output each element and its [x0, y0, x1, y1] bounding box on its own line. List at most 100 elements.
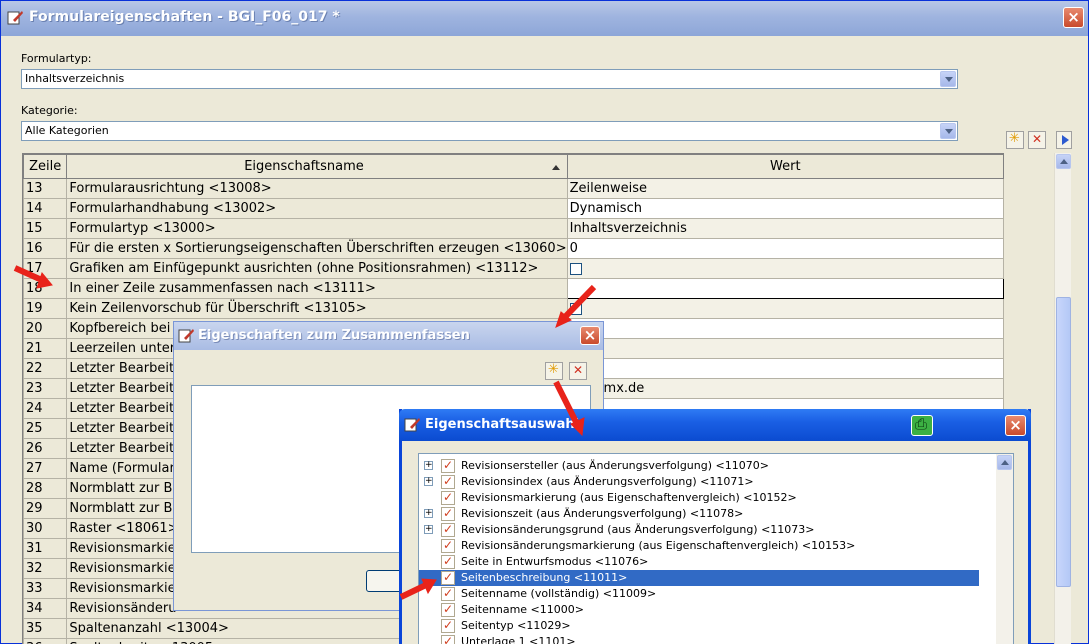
- expand-icon[interactable]: +: [424, 525, 433, 534]
- tree-item-label: Unterlage 1 <1101>: [461, 635, 576, 644]
- tree-scrollbar[interactable]: [996, 454, 1013, 644]
- property-value[interactable]: 0: [566, 238, 1004, 259]
- scroll-up-icon[interactable]: [1056, 154, 1071, 169]
- property-value[interactable]: [566, 298, 1004, 319]
- main-titlebar[interactable]: Formulareigenschaften - BGI_F06_017 * ×: [1, 1, 1088, 36]
- scroll-up-icon[interactable]: [997, 455, 1012, 470]
- property-value-text: 0: [569, 241, 578, 256]
- tree-item-label: Revisionsersteller (aus Änderungsverfolg…: [461, 459, 769, 472]
- table-row[interactable]: 14 Formularhandhabung <13002> Dynamisch: [23, 198, 1004, 219]
- row-number: 28: [23, 478, 68, 499]
- property-value[interactable]: [566, 318, 1004, 339]
- table-row[interactable]: 13 Formularausrichtung <13008> Zeilenweise: [23, 178, 1004, 199]
- table-row[interactable]: 18 In einer Zeile zusammenfassen nach <13…: [23, 278, 1004, 299]
- row-number: 25: [23, 418, 68, 439]
- merge-dialog-close-button[interactable]: ×: [580, 326, 600, 345]
- app-icon: [404, 418, 420, 432]
- row-number: 26: [23, 438, 68, 459]
- property-value[interactable]: chel: [566, 358, 1004, 379]
- property-value[interactable]: Zeilenweise: [566, 178, 1004, 199]
- property-value[interactable]: Inhaltsverzeichnis: [566, 218, 1004, 239]
- property-icon: [441, 489, 455, 505]
- checkbox[interactable]: [569, 302, 582, 315]
- row-number: 35: [23, 618, 68, 639]
- chevron-down-icon[interactable]: [940, 123, 956, 139]
- expand-icon[interactable]: +: [424, 477, 433, 486]
- table-row[interactable]: 16 Für die ersten x Sortierungseigenschaf…: [23, 238, 1004, 259]
- kategorie-value: Alle Kategorien: [25, 124, 109, 137]
- property-value-text: Zeilenweise: [569, 181, 647, 196]
- kategorie-select[interactable]: Alle Kategorien: [21, 121, 958, 141]
- formulartyp-select[interactable]: Inhaltsverzeichnis: [21, 69, 958, 89]
- close-window-button[interactable]: ×: [1063, 7, 1084, 28]
- property-value[interactable]: [566, 258, 1004, 279]
- property-value[interactable]: [566, 278, 1004, 299]
- scroll-thumb[interactable]: [1056, 297, 1071, 587]
- tree-item-label: Seitentyp <11029>: [461, 619, 571, 632]
- sort-ascending-icon: [551, 165, 560, 170]
- formulartyp-value: Inhaltsverzeichnis: [25, 72, 125, 85]
- property-icon: [441, 505, 455, 521]
- col-header-zeile[interactable]: Zeile: [23, 154, 68, 179]
- selection-dialog-title: Eigenschaftsauswahl: [425, 417, 580, 432]
- row-number: 19: [23, 298, 68, 319]
- row-number: 31: [23, 538, 68, 559]
- property-name[interactable]: Kein Zeilenvorschub für Überschrift <131…: [66, 298, 568, 319]
- expand-icon[interactable]: +: [424, 509, 433, 518]
- property-icon: [441, 553, 455, 569]
- row-number: 16: [23, 238, 68, 259]
- property-name[interactable]: Formulartyp <13000>: [66, 218, 568, 239]
- property-name[interactable]: In einer Zeile zusammenfassen nach <1311…: [66, 278, 568, 299]
- tree-item-label: Revisionsänderungsmarkierung (aus Eigens…: [461, 539, 856, 552]
- property-name[interactable]: Für die ersten x Sortierungseigenschafte…: [66, 238, 568, 259]
- property-name[interactable]: Grafiken am Einfügepunkt ausrichten (ohn…: [66, 258, 568, 279]
- checkbox[interactable]: [569, 262, 582, 275]
- grid-scrollbar[interactable]: [1054, 153, 1071, 644]
- row-number: 30: [23, 518, 68, 539]
- property-name[interactable]: Formularausrichtung <13008>: [66, 178, 568, 199]
- col-header-wert[interactable]: Wert: [566, 154, 1004, 179]
- table-row[interactable]: 19 Kein Zeilenvorschub für Überschrift <1…: [23, 298, 1004, 319]
- new-item-icon[interactable]: [545, 362, 563, 380]
- kategorie-label: Kategorie:: [21, 104, 78, 117]
- property-icon: [441, 537, 455, 553]
- row-number: 24: [23, 398, 68, 419]
- property-tree: + Revisionsersteller (aus Änderungsverfol…: [418, 453, 1014, 644]
- print-icon[interactable]: [911, 415, 933, 436]
- selection-dialog-close-button[interactable]: ×: [1005, 415, 1026, 436]
- delete-icon[interactable]: [569, 362, 587, 380]
- property-value[interactable]: Dynamisch: [566, 198, 1004, 219]
- tree-item[interactable]: Seitenbeschreibung <11011>: [419, 569, 979, 586]
- tree-item-label: Seitenname (vollständig) <11009>: [461, 587, 657, 600]
- row-number: 17: [23, 258, 68, 279]
- play-icon[interactable]: [1056, 131, 1072, 149]
- row-number: 36: [23, 638, 68, 644]
- property-value[interactable]: m@gmx.de: [566, 378, 1004, 399]
- row-number: 32: [23, 558, 68, 579]
- close-icon: ×: [1067, 8, 1080, 26]
- property-value-text: Inhaltsverzeichnis: [569, 221, 687, 236]
- property-name[interactable]: Formularhandhabung <13002>: [66, 198, 568, 219]
- merge-dialog-titlebar[interactable]: Eigenschaften zum Zusammenfassen ×: [174, 322, 603, 350]
- table-row[interactable]: 17 Grafiken am Einfügepunkt ausrichten (o…: [23, 258, 1004, 279]
- tree-item-label: Revisionsindex (aus Änderungsverfolgung)…: [461, 475, 754, 488]
- col-header-name[interactable]: Eigenschaftsname: [66, 154, 568, 179]
- row-number: 15: [23, 218, 68, 239]
- property-value[interactable]: [566, 338, 1004, 359]
- delete-icon[interactable]: [1028, 131, 1046, 149]
- tree-item-label: Revisionsänderungsgrund (aus Änderungsve…: [461, 523, 815, 536]
- property-value-text: Dynamisch: [569, 201, 642, 216]
- chevron-down-icon[interactable]: [940, 71, 956, 87]
- selection-dialog-titlebar[interactable]: Eigenschaftsauswahl ×: [399, 409, 1031, 441]
- table-row[interactable]: 15 Formulartyp <13000> Inhaltsverzeichnis: [23, 218, 1004, 239]
- property-icon: [441, 617, 455, 633]
- window-title: Formulareigenschaften - BGI_F06_017 *: [29, 9, 340, 25]
- expand-icon[interactable]: +: [424, 461, 433, 470]
- app-icon: [178, 329, 194, 343]
- row-number: 22: [23, 358, 68, 379]
- property-selection-dialog: Eigenschaftsauswahl × + Revisionserstelle…: [399, 409, 1031, 644]
- new-item-icon[interactable]: [1006, 131, 1024, 149]
- tree-item-label: Revisionszeit (aus Änderungsverfolgung) …: [461, 507, 744, 520]
- close-icon: ×: [583, 326, 597, 344]
- row-number: 18: [23, 278, 68, 299]
